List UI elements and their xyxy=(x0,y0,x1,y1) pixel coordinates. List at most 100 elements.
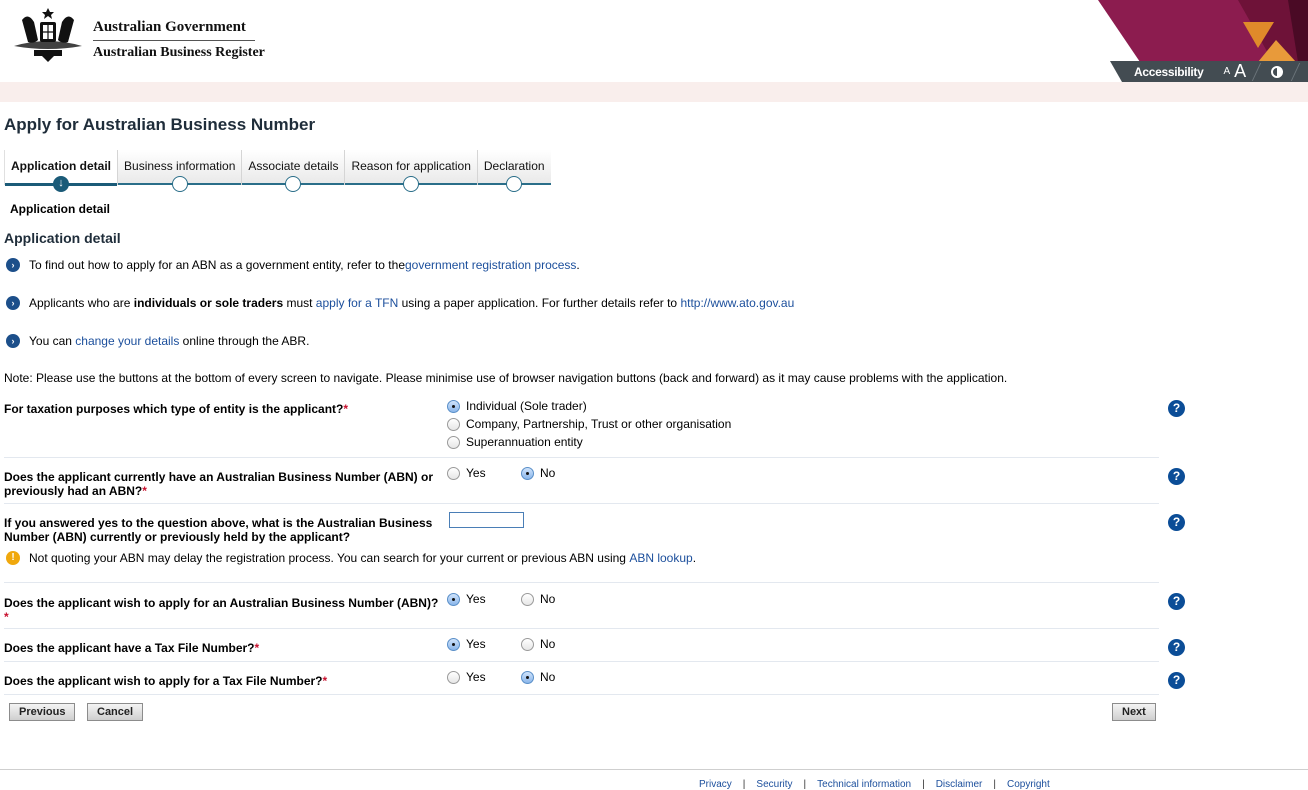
step-reason-for-application[interactable]: Reason for application xyxy=(344,150,477,192)
abn-warning: ! Not quoting your ABN may delay the reg… xyxy=(6,551,696,565)
cancel-button[interactable]: Cancel xyxy=(87,703,144,721)
question-label: For taxation purposes which type of enti… xyxy=(4,402,444,416)
footer-link-privacy[interactable]: Privacy xyxy=(699,779,732,790)
step-circle-icon xyxy=(506,176,523,192)
section-title: Application detail xyxy=(4,230,121,246)
abn-lookup-link[interactable]: ABN lookup xyxy=(629,551,692,565)
separator: | xyxy=(993,779,996,790)
option-label: Yes xyxy=(466,466,486,480)
label-text: If you answered yes to the question abov… xyxy=(4,516,433,530)
chevron-right-icon: › xyxy=(6,296,20,310)
step-label: Application detail xyxy=(11,159,112,173)
info-item: › To find out how to apply for an ABN as… xyxy=(6,258,580,272)
footer-link-security[interactable]: Security xyxy=(756,779,792,790)
label-text: previously had an ABN? xyxy=(4,484,143,498)
question-label: If you answered yes to the question abov… xyxy=(4,516,444,544)
question-apply-tfn: Does the applicant wish to apply for a T… xyxy=(4,662,1159,695)
increase-font-button[interactable]: A xyxy=(1234,61,1246,82)
radio-button[interactable] xyxy=(521,670,534,684)
help-icon[interactable]: ? xyxy=(1168,672,1185,689)
radio-button[interactable] xyxy=(447,670,460,684)
label-text: Number (ABN) currently or previously hel… xyxy=(4,530,351,544)
chevron-right-icon: › xyxy=(6,258,20,272)
help-icon[interactable]: ? xyxy=(1168,593,1185,610)
footer-divider xyxy=(0,769,1308,770)
decrease-font-button[interactable]: A xyxy=(1223,66,1230,77)
footer-link-copyright[interactable]: Copyright xyxy=(1007,779,1050,790)
question-label: Does the applicant wish to apply for an … xyxy=(4,596,449,624)
radio-button[interactable] xyxy=(447,417,460,431)
radio-no[interactable]: No xyxy=(521,464,555,482)
required-marker: * xyxy=(343,402,349,416)
separator: | xyxy=(742,779,746,790)
option-label: No xyxy=(540,592,556,606)
separator: | xyxy=(922,779,925,790)
radio-button[interactable] xyxy=(521,592,534,606)
question-apply-abn: Does the applicant wish to apply for an … xyxy=(4,583,1159,629)
radio-button[interactable] xyxy=(521,466,534,480)
step-declaration[interactable]: Declaration xyxy=(476,150,551,192)
step-application-detail[interactable]: Application detail ↓ xyxy=(4,150,118,192)
radio-button[interactable] xyxy=(521,637,534,651)
radio-no[interactable]: No xyxy=(521,668,555,686)
help-icon[interactable]: ? xyxy=(1168,514,1185,531)
question-has-tfn: Does the applicant have a Tax File Numbe… xyxy=(4,629,1159,662)
option-label: Yes xyxy=(466,637,486,651)
apply-tfn-link[interactable]: apply for a TFN xyxy=(316,296,398,310)
abn-number-input[interactable] xyxy=(449,512,524,528)
step-business-information[interactable]: Business information xyxy=(117,150,242,192)
warning-text: Not quoting your ABN may delay the regis… xyxy=(29,551,630,565)
ato-website-link[interactable]: http://www.ato.gov.au xyxy=(680,296,794,310)
divider xyxy=(1290,62,1301,81)
info-text: must xyxy=(283,296,316,310)
question-label: Does the applicant have a Tax File Numbe… xyxy=(4,641,444,655)
help-icon[interactable]: ? xyxy=(1168,639,1185,656)
option-label: No xyxy=(540,670,556,684)
radio-button[interactable] xyxy=(447,637,460,651)
accessibility-link[interactable]: Accessibility xyxy=(1134,65,1204,79)
radio-yes[interactable]: Yes xyxy=(447,590,486,608)
previous-button[interactable]: Previous xyxy=(9,703,76,721)
radio-yes[interactable]: Yes xyxy=(447,668,486,686)
option-label: Yes xyxy=(466,592,486,606)
info-text: Applicants who are xyxy=(29,296,134,310)
info-text: To find out how to apply for an ABN as a… xyxy=(29,258,405,272)
gov-name: Australian Government xyxy=(93,19,255,41)
info-text: online through the ABR. xyxy=(179,334,310,348)
contrast-toggle-icon[interactable] xyxy=(1271,65,1284,78)
required-marker: * xyxy=(4,610,9,624)
footer-link-technical-information[interactable]: Technical information xyxy=(817,779,911,790)
info-text: You can xyxy=(29,334,76,348)
help-icon[interactable]: ? xyxy=(1168,468,1185,485)
radio-no[interactable]: No xyxy=(521,590,555,608)
required-marker: * xyxy=(142,484,147,498)
radio-button[interactable] xyxy=(447,435,460,449)
radio-individual[interactable]: Individual (Sole trader) xyxy=(447,397,587,415)
accessibility-bar: Accessibility A A xyxy=(1110,61,1308,82)
radio-yes[interactable]: Yes xyxy=(447,635,486,653)
radio-button[interactable] xyxy=(447,466,460,480)
help-icon[interactable]: ? xyxy=(1168,400,1185,417)
next-button[interactable]: Next xyxy=(1112,703,1156,721)
step-label: Reason for application xyxy=(351,159,471,173)
brand-text: Australian Government Australian Busines… xyxy=(93,19,265,61)
coat-of-arms-logo xyxy=(14,8,82,62)
radio-no[interactable]: No xyxy=(521,635,555,653)
question-has-abn: Does the applicant currently have an Aus… xyxy=(4,458,1159,504)
label-text: Does the applicant wish to apply for an … xyxy=(4,596,439,610)
option-label: Company, Partnership, Trust or other org… xyxy=(466,417,732,431)
radio-button[interactable] xyxy=(447,592,460,606)
question-abn-number: If you answered yes to the question abov… xyxy=(4,504,1159,583)
radio-company[interactable]: Company, Partnership, Trust or other org… xyxy=(447,415,731,433)
radio-button[interactable] xyxy=(447,399,460,413)
option-label: No xyxy=(540,637,556,651)
radio-yes[interactable]: Yes xyxy=(447,464,486,482)
step-associate-details[interactable]: Associate details xyxy=(241,150,345,192)
divider xyxy=(1251,62,1262,81)
footer-link-disclaimer[interactable]: Disclaimer xyxy=(936,779,983,790)
change-details-link[interactable]: change your details xyxy=(75,334,179,348)
government-registration-link[interactable]: government registration process xyxy=(405,258,576,272)
required-marker: * xyxy=(322,674,328,688)
radio-superannuation[interactable]: Superannuation entity xyxy=(447,433,583,451)
step-circle-icon xyxy=(403,176,420,192)
